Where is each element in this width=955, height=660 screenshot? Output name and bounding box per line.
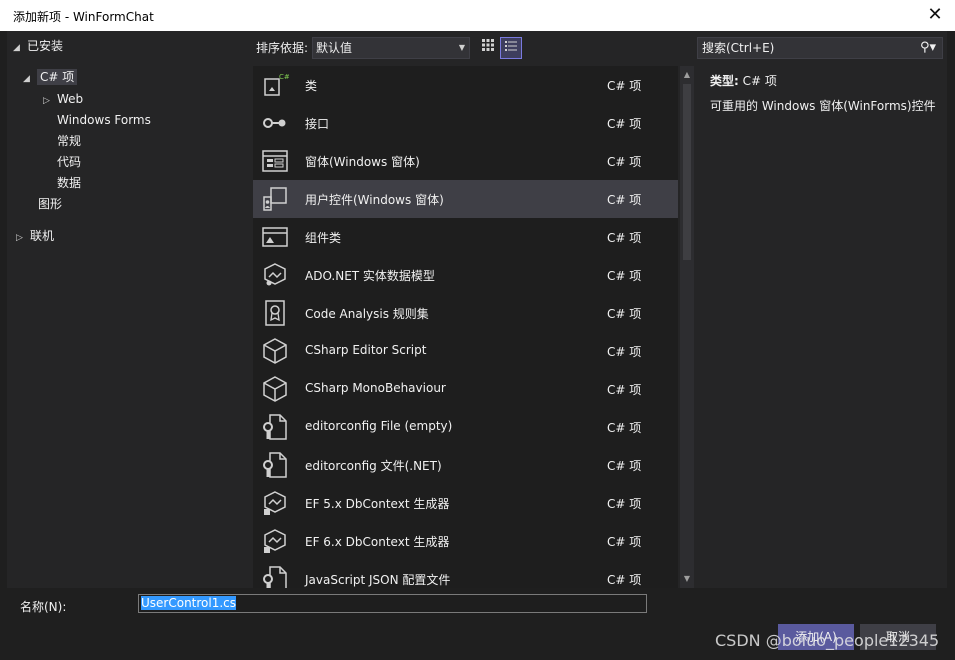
scroll-down-icon[interactable]: ▼ <box>680 572 694 586</box>
add-new-item-dialog: ◢ 已安装 ◢ C# 项 ▷ Web Windows Forms 常规 代码 数据 图… <box>7 31 947 658</box>
search-placeholder: 搜索(Ctrl+E) <box>702 41 775 55</box>
watermark: CSDN @boluo_people12345 <box>715 631 940 650</box>
chevron-down-icon: ▼ <box>458 43 465 52</box>
interface-icon <box>261 109 289 137</box>
sort-label: 排序依据: <box>256 41 309 55</box>
list-item[interactable]: editorconfig 文件(.NET) C# 项 <box>253 446 678 484</box>
list-item[interactable]: CSharp MonoBehaviour C# 项 <box>253 370 678 408</box>
sort-dropdown[interactable]: 默认值 ▼ <box>312 37 470 59</box>
background-edge-right <box>947 31 955 660</box>
type-value: C# 项 <box>742 74 777 88</box>
cube-icon <box>261 375 289 403</box>
list-item[interactable]: C# 类 C# 项 <box>253 66 678 104</box>
list-item[interactable]: EF 5.x DbContext 生成器 C# 项 <box>253 484 678 522</box>
background-edge-left <box>0 31 7 660</box>
type-label: 类型: <box>710 74 739 88</box>
expanded-arrow-icon: ◢ <box>23 74 30 84</box>
window-title: 添加新项 - WinFormChat <box>13 10 154 24</box>
list-item[interactable]: CSharp Editor Script C# 项 <box>253 332 678 370</box>
list-view-icon[interactable] <box>500 37 522 59</box>
tree-item-graphics[interactable]: 图形 <box>38 194 62 214</box>
category-tree: ◢ 已安装 ◢ C# 项 ▷ Web Windows Forms 常规 代码 数据 图… <box>7 31 248 588</box>
entity-model-icon <box>261 261 289 289</box>
tree-item-general[interactable]: 常规 <box>57 131 81 151</box>
tree-item-data[interactable]: 数据 <box>57 173 81 193</box>
name-value: UserControl1.cs <box>141 596 237 610</box>
cube-icon <box>261 337 289 365</box>
list-item[interactable]: 用户控件(Windows 窗体) C# 项 <box>253 180 678 218</box>
tree-item-installed[interactable]: ◢ 已安装 <box>13 36 63 56</box>
list-item[interactable]: Code Analysis 规则集 C# 项 <box>253 294 678 332</box>
search-input[interactable]: 搜索(Ctrl+E) ⚲▾ <box>697 37 943 59</box>
list-item[interactable]: EF 6.x DbContext 生成器 C# 项 <box>253 522 678 560</box>
list-item[interactable]: editorconfig File (empty) C# 项 <box>253 408 678 446</box>
dbcontext-icon <box>261 489 289 517</box>
close-icon[interactable]: ✕ <box>923 3 947 27</box>
grid-view-icon[interactable] <box>477 37 499 59</box>
component-icon <box>261 223 289 251</box>
form-icon <box>261 147 289 175</box>
collapsed-arrow-icon: ▷ <box>43 96 50 106</box>
dbcontext-icon <box>261 527 289 555</box>
wrench-file-icon <box>261 565 289 588</box>
name-input[interactable]: UserControl1.cs <box>138 594 647 613</box>
scrollbar-thumb[interactable] <box>683 84 691 260</box>
tree-item-code[interactable]: 代码 <box>57 152 81 172</box>
name-label: 名称(N): <box>20 600 67 614</box>
tree-item-web[interactable]: ▷ Web <box>43 89 83 109</box>
details-pane: 类型: C# 项 可重用的 Windows 窗体(WinForms)控件 <box>697 66 947 588</box>
wrench-file-icon <box>261 451 289 479</box>
title-bar: 添加新项 - WinFormChat ✕ <box>0 0 955 31</box>
list-item[interactable]: 接口 C# 项 <box>253 104 678 142</box>
scroll-up-icon[interactable]: ▲ <box>680 68 694 82</box>
tree-item-csharp[interactable]: ◢ C# 项 <box>23 67 78 87</box>
list-item[interactable]: 组件类 C# 项 <box>253 218 678 256</box>
tree-item-windows-forms[interactable]: Windows Forms <box>57 110 151 130</box>
collapsed-arrow-icon: ▷ <box>16 233 23 243</box>
ruleset-icon <box>261 299 289 327</box>
list-item[interactable]: JavaScript JSON 配置文件 C# 项 <box>253 560 678 588</box>
template-list: C# 类 C# 项 接口 C# 项 窗体(Windows 窗体) C# 项 用户… <box>253 66 678 588</box>
list-item[interactable]: 窗体(Windows 窗体) C# 项 <box>253 142 678 180</box>
list-scrollbar[interactable]: ▲ ▼ <box>680 66 694 588</box>
svg-text:C#: C# <box>279 73 289 81</box>
search-icon[interactable]: ⚲▾ <box>920 38 936 58</box>
user-control-icon <box>261 185 289 213</box>
list-item[interactable]: ADO.NET 实体数据模型 C# 项 <box>253 256 678 294</box>
wrench-file-icon <box>261 413 289 441</box>
sort-value: 默认值 <box>316 41 353 55</box>
class-icon: C# <box>261 71 290 99</box>
type-line: 类型: C# 项 <box>710 72 777 89</box>
item-description: 可重用的 Windows 窗体(WinForms)控件 <box>710 99 936 113</box>
expanded-arrow-icon: ◢ <box>13 43 20 53</box>
tree-item-online[interactable]: ▷ 联机 <box>16 226 54 246</box>
